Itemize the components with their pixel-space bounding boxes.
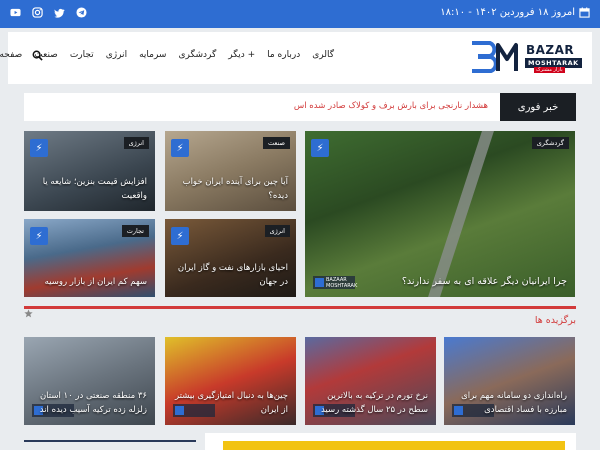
category-badge[interactable]: انرژی <box>123 137 149 149</box>
card-title[interactable]: راه‌اندازی دو سامانه مهم برای مبارزه با … <box>452 389 567 417</box>
bottom-panel <box>205 433 576 450</box>
news-card-3[interactable]: انرژی ⚡ احیای بازارهای نفت و گاز ایران د… <box>165 219 296 297</box>
category-badge[interactable]: تجارت <box>121 225 149 237</box>
card-title[interactable]: سهم کم ایران از بازار روسیه <box>32 275 147 289</box>
nav-gallery[interactable]: گالری <box>312 50 334 60</box>
news-card-2[interactable]: انرژی ⚡ افزایش قیمت بنزین؛ شایعه یا واقع… <box>24 131 155 211</box>
news-card-4[interactable]: تجارت ⚡ سهم کم ایران از بازار روسیه <box>24 219 155 297</box>
bolt-icon: ⚡ <box>311 139 329 157</box>
featured-item-1[interactable]: راه‌اندازی دو سامانه مهم برای مبارزه با … <box>444 337 575 425</box>
search-icon[interactable] <box>32 50 43 61</box>
nav-about[interactable]: درباره ما <box>267 50 300 60</box>
featured-item-2[interactable]: نرخ تورم در ترکیه به بالاترین سطح در ۲۵ … <box>305 337 436 425</box>
logo-text-persian: بازار مشترک <box>534 67 565 73</box>
site-logo[interactable]: BAZAR MOSHTARAK بازار مشترک <box>470 41 582 75</box>
top-bar: امروز ۱۸ فروردین ۱۴۰۲ - ۱۸:۱۰ <box>0 0 600 28</box>
bolt-icon: ⚡ <box>171 139 189 157</box>
banner-strip[interactable] <box>223 441 565 450</box>
bolt-icon: ⚡ <box>30 227 48 245</box>
breaking-news-ticker[interactable]: هشدار نارنجی برای بارش برف و کولاک صادر … <box>294 101 488 111</box>
nav-capital[interactable]: سرمایه <box>139 50 166 60</box>
star-icon <box>24 309 33 318</box>
card-title[interactable]: آیا چین برای آینده ایران خواب دیده؟ <box>173 175 288 203</box>
nav-trade[interactable]: تجارت <box>70 50 94 60</box>
category-badge[interactable]: صنعت <box>263 137 290 149</box>
breaking-news-bar: خبر فوری هشدار نارنجی برای بارش برف و کو… <box>24 93 576 121</box>
logo-mark-icon <box>472 41 518 73</box>
section-divider-bottom <box>24 440 196 442</box>
logo-text-bazar: BAZAR <box>526 43 575 57</box>
card-title[interactable]: ۳۶ منطقه صنعتی در ۱۰ استان زلزله زده ترک… <box>32 389 147 417</box>
featured-item-4[interactable]: ۳۶ منطقه صنعتی در ۱۰ استان زلزله زده ترک… <box>24 337 155 425</box>
nav-tourism[interactable]: گردشگری <box>178 50 216 60</box>
date-text: امروز ۱۸ فروردین ۱۴۰۲ - ۱۸:۱۰ <box>440 7 575 18</box>
main-nav: صفحه نخست صنعت تجارت انرژی سرمایه گردشگر… <box>0 50 334 60</box>
section-divider <box>24 306 576 309</box>
social-links <box>10 7 87 18</box>
nav-home[interactable]: صفحه نخست <box>0 50 22 60</box>
card-title[interactable]: احیای بازارهای نفت و گاز ایران در جهان <box>173 261 288 289</box>
section-title[interactable]: برگزیده ها <box>535 315 576 326</box>
site-header: BAZAR MOSHTARAK بازار مشترک صفحه نخست صن… <box>0 32 592 84</box>
nav-more[interactable]: + دیگر <box>228 50 255 60</box>
telegram-icon[interactable] <box>76 7 87 18</box>
twitter-icon[interactable] <box>54 7 65 18</box>
category-badge[interactable]: گردشگری <box>531 137 569 149</box>
bolt-icon: ⚡ <box>171 227 189 245</box>
card-title[interactable]: چرا ایرانیان دیگر علاقه ای به سفر ندارند… <box>313 275 567 289</box>
nav-energy[interactable]: انرژی <box>106 50 127 60</box>
card-title[interactable]: افزایش قیمت بنزین؛ شایعه یا واقعیت <box>32 175 147 203</box>
news-card-1[interactable]: صنعت ⚡ آیا چین برای آینده ایران خواب دید… <box>165 131 296 211</box>
card-title[interactable]: چین‌ها به دنبال امتیازگیری بیشتر از ایرا… <box>173 389 288 417</box>
category-badge[interactable]: انرژی <box>264 225 290 237</box>
date-display: امروز ۱۸ فروردین ۱۴۰۲ - ۱۸:۱۰ <box>440 7 590 18</box>
bolt-icon: ⚡ <box>30 139 48 157</box>
instagram-icon[interactable] <box>32 7 43 18</box>
card-title[interactable]: نرخ تورم در ترکیه به بالاترین سطح در ۲۵ … <box>313 389 428 417</box>
card-image <box>428 131 494 297</box>
featured-card-big[interactable]: گردشگری ⚡ BAZAAR MOSHTARAK چرا ایرانیان … <box>305 131 575 297</box>
youtube-icon[interactable] <box>10 7 21 18</box>
breaking-news-label: خبر فوری <box>500 93 576 121</box>
featured-item-3[interactable]: چین‌ها به دنبال امتیازگیری بیشتر از ایرا… <box>165 337 296 425</box>
calendar-icon <box>579 7 590 18</box>
